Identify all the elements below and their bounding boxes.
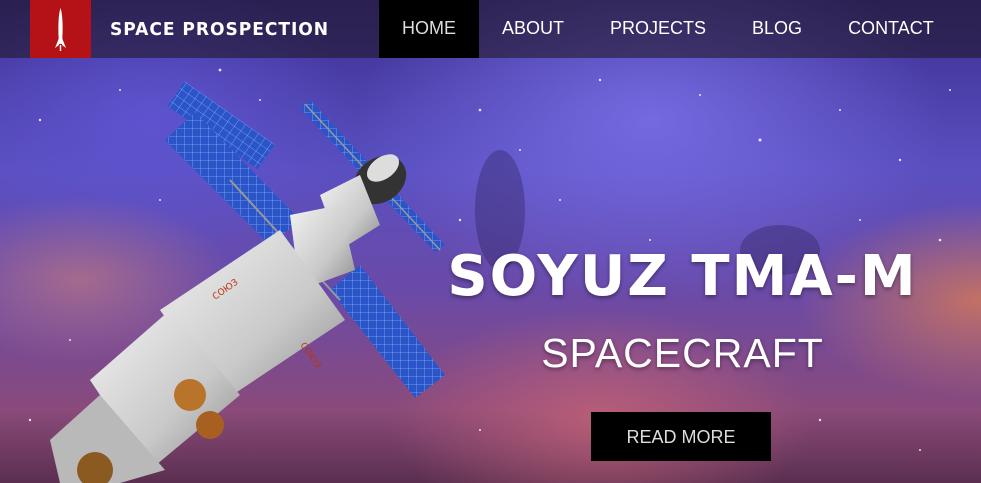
nav-item-contact[interactable]: CONTACT bbox=[825, 0, 957, 58]
spacecraft-illustration: СОЮЗ СОЮЗ bbox=[50, 81, 445, 483]
read-more-button[interactable]: READ MORE bbox=[591, 412, 771, 461]
hero-title: SOYUZ TMA-M bbox=[447, 244, 918, 309]
hero-banner: СОЮЗ СОЮЗ SPACE PROSPECTION HOME ABOUT P… bbox=[0, 0, 981, 483]
main-menu: HOME ABOUT PROJECTS BLOG CONTACT bbox=[379, 0, 957, 58]
brand-logo[interactable] bbox=[30, 0, 91, 58]
nav-item-home[interactable]: HOME bbox=[379, 0, 479, 58]
rocket-icon bbox=[55, 8, 66, 51]
nav-item-blog[interactable]: BLOG bbox=[729, 0, 825, 58]
svg-text:СОЮЗ: СОЮЗ bbox=[298, 341, 323, 371]
hero-subtitle: SPACECRAFT bbox=[541, 330, 824, 376]
nav-item-about[interactable]: ABOUT bbox=[479, 0, 587, 58]
brand-name[interactable]: SPACE PROSPECTION bbox=[110, 19, 329, 40]
nav-item-projects[interactable]: PROJECTS bbox=[587, 0, 729, 58]
top-navigation-bar: SPACE PROSPECTION HOME ABOUT PROJECTS BL… bbox=[0, 0, 981, 58]
